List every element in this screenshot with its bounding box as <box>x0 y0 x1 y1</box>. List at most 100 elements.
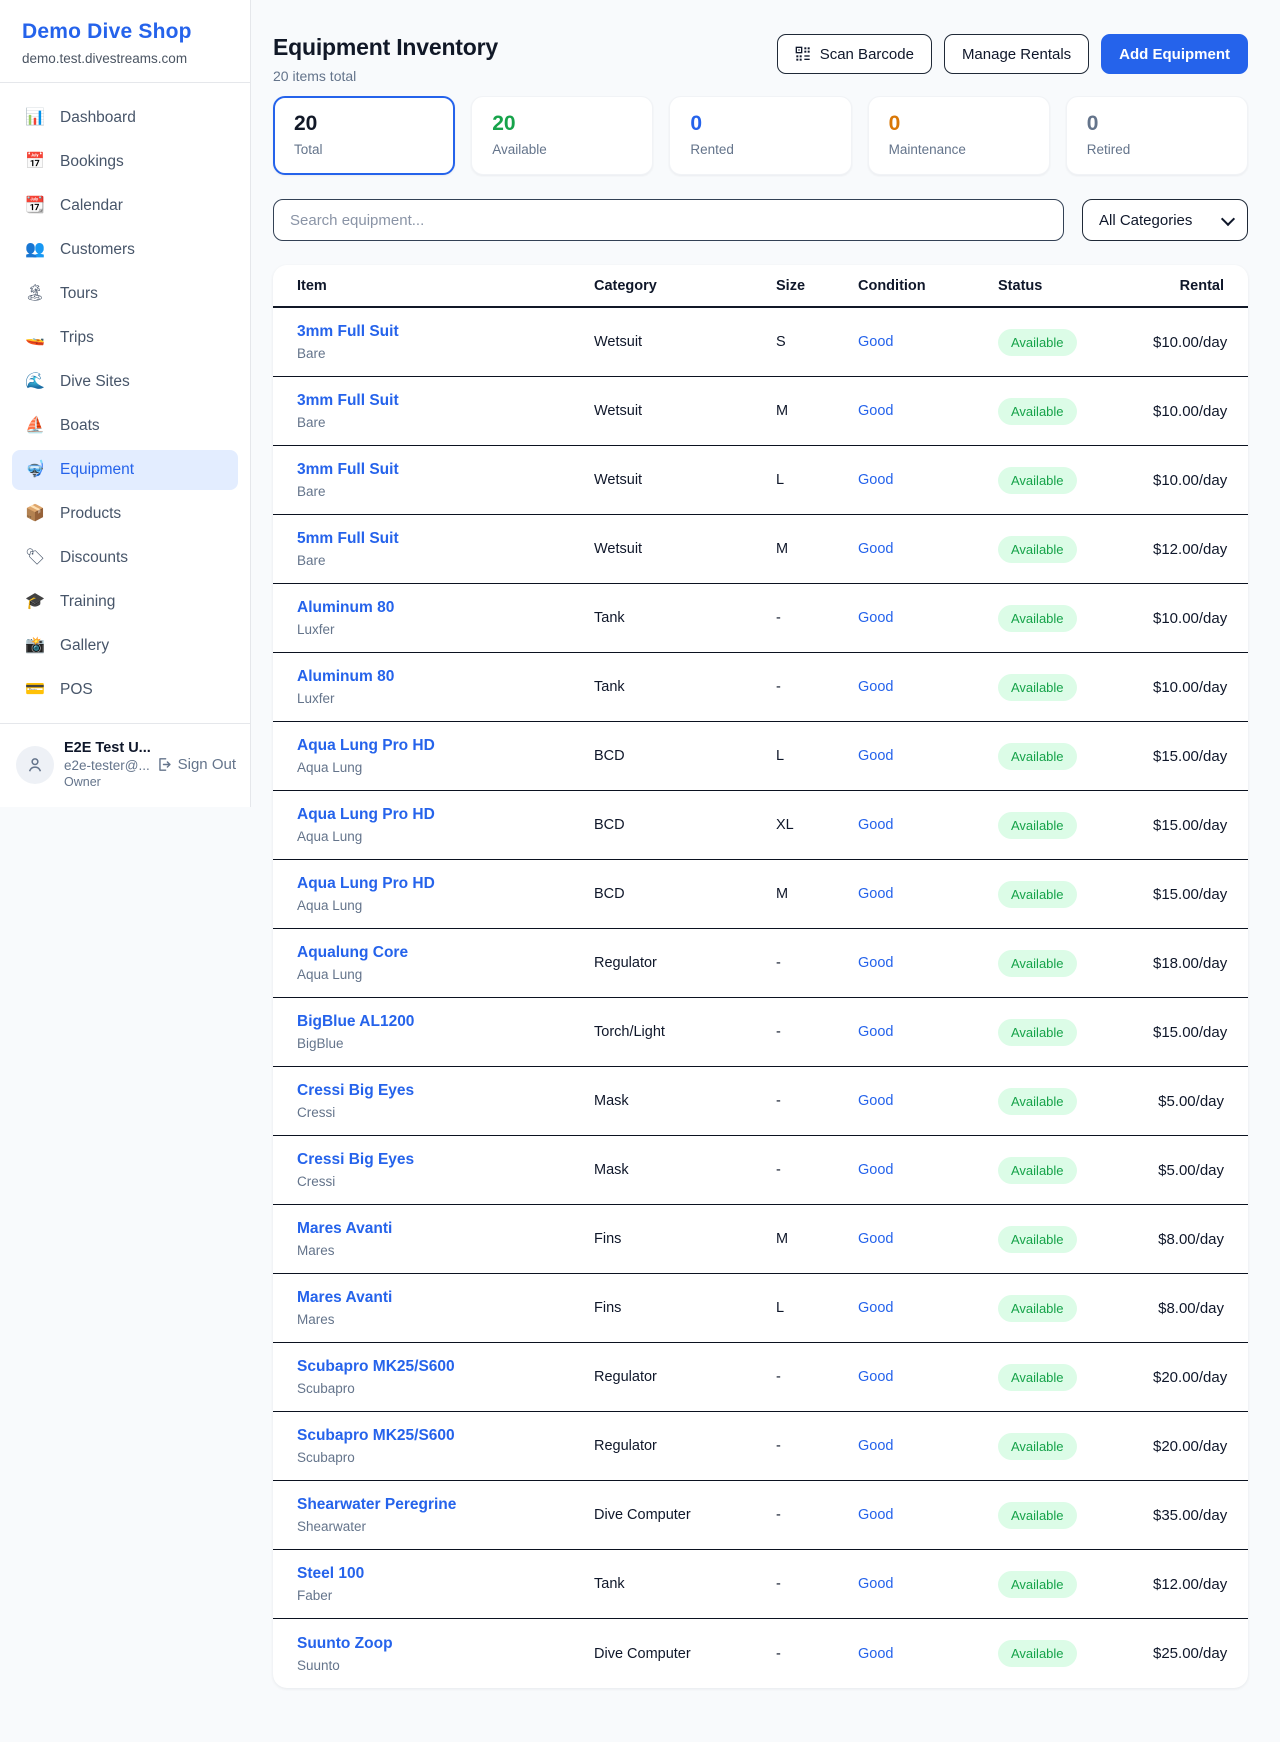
condition-link[interactable]: Good <box>858 403 998 419</box>
size-cell: - <box>776 610 858 626</box>
sidebar-item-training[interactable]: 🎓 Training <box>12 582 238 622</box>
condition-link[interactable]: Good <box>858 1507 998 1523</box>
stat-card-maintenance[interactable]: 0 Maintenance <box>868 96 1050 175</box>
rental-cell: $10.00/day <box>1153 334 1227 351</box>
customers-icon: 👥 <box>24 242 46 258</box>
category-cell: Fins <box>594 1300 776 1316</box>
gallery-icon: 📸 <box>24 638 46 654</box>
condition-link[interactable]: Good <box>858 1576 998 1592</box>
item-name-link[interactable]: 5mm Full Suit <box>297 530 594 548</box>
size-cell: L <box>776 1300 858 1316</box>
sidebar-item-products[interactable]: 📦 Products <box>12 494 238 534</box>
item-brand: Bare <box>297 415 594 430</box>
condition-link[interactable]: Good <box>858 1093 998 1109</box>
condition-link[interactable]: Good <box>858 886 998 902</box>
condition-link[interactable]: Good <box>858 541 998 557</box>
item-name-link[interactable]: Scubapro MK25/S600 <box>297 1427 594 1445</box>
item-brand: Suunto <box>297 1658 594 1673</box>
stat-card-available[interactable]: 20 Available <box>471 96 653 175</box>
sign-out-button[interactable]: Sign Out <box>155 756 236 773</box>
stat-card-total[interactable]: 20 Total <box>273 96 455 175</box>
sidebar-item-label: Training <box>60 593 115 611</box>
condition-link[interactable]: Good <box>858 334 998 350</box>
category-cell: Tank <box>594 610 776 626</box>
products-icon: 📦 <box>24 506 46 522</box>
item-cell: Aqualung Core Aqua Lung <box>297 944 594 982</box>
size-cell: - <box>776 679 858 695</box>
item-cell: 3mm Full Suit Bare <box>297 461 594 499</box>
stat-card-rented[interactable]: 0 Rented <box>669 96 851 175</box>
item-name-link[interactable]: Aqua Lung Pro HD <box>297 875 594 893</box>
status-badge: Available <box>998 536 1077 563</box>
condition-link[interactable]: Good <box>858 817 998 833</box>
manage-rentals-button[interactable]: Manage Rentals <box>944 34 1089 74</box>
sidebar: Demo Dive Shop demo.test.divestreams.com… <box>0 0 251 807</box>
status-cell: Available <box>998 743 1153 770</box>
condition-link[interactable]: Good <box>858 1231 998 1247</box>
condition-link[interactable]: Good <box>858 679 998 695</box>
condition-link[interactable]: Good <box>858 1646 998 1662</box>
sidebar-item-calendar[interactable]: 📆 Calendar <box>12 186 238 226</box>
item-name-link[interactable]: Aluminum 80 <box>297 599 594 617</box>
sidebar-item-bookings[interactable]: 📅 Bookings <box>12 142 238 182</box>
item-name-link[interactable]: 3mm Full Suit <box>297 323 594 341</box>
item-name-link[interactable]: Aqua Lung Pro HD <box>297 806 594 824</box>
condition-link[interactable]: Good <box>858 610 998 626</box>
item-name-link[interactable]: Cressi Big Eyes <box>297 1082 594 1100</box>
sidebar-item-dive-sites[interactable]: 🌊 Dive Sites <box>12 362 238 402</box>
scan-barcode-button[interactable]: Scan Barcode <box>777 34 932 74</box>
sidebar-item-dashboard[interactable]: 📊 Dashboard <box>12 98 238 138</box>
stat-card-retired[interactable]: 0 Retired <box>1066 96 1248 175</box>
item-name-link[interactable]: 3mm Full Suit <box>297 461 594 479</box>
category-cell: Tank <box>594 679 776 695</box>
status-cell: Available <box>998 950 1153 977</box>
add-equipment-button[interactable]: Add Equipment <box>1101 34 1248 74</box>
item-name-link[interactable]: Scubapro MK25/S600 <box>297 1358 594 1376</box>
item-cell: Scubapro MK25/S600 Scubapro <box>297 1358 594 1396</box>
column-header-rental: Rental <box>1153 278 1224 294</box>
sidebar-item-discounts[interactable]: 🏷 Discounts <box>12 538 238 578</box>
sidebar-item-equipment[interactable]: 🤿 Equipment <box>12 450 238 490</box>
item-brand: Aqua Lung <box>297 760 594 775</box>
status-cell: Available <box>998 329 1153 356</box>
sign-out-icon <box>155 756 172 773</box>
status-cell: Available <box>998 881 1153 908</box>
search-input[interactable] <box>273 199 1064 241</box>
status-badge: Available <box>998 1571 1077 1598</box>
condition-link[interactable]: Good <box>858 472 998 488</box>
table-row: BigBlue AL1200 BigBlue Torch/Light - Goo… <box>273 998 1248 1067</box>
status-cell: Available <box>998 1157 1153 1184</box>
sidebar-item-trips[interactable]: 🚤 Trips <box>12 318 238 358</box>
item-brand: Aqua Lung <box>297 967 594 982</box>
table-row: Mares Avanti Mares Fins L Good Available… <box>273 1274 1248 1343</box>
sidebar-item-customers[interactable]: 👥 Customers <box>12 230 238 270</box>
item-cell: Aqua Lung Pro HD Aqua Lung <box>297 806 594 844</box>
table-header-row: Item Category Size Condition Status Rent… <box>273 265 1248 308</box>
sidebar-item-pos[interactable]: 💳 POS <box>12 670 238 710</box>
sidebar-item-tours[interactable]: 🏝 Tours <box>12 274 238 314</box>
condition-link[interactable]: Good <box>858 1369 998 1385</box>
item-name-link[interactable]: Mares Avanti <box>297 1220 594 1238</box>
item-name-link[interactable]: Steel 100 <box>297 1565 594 1583</box>
item-name-link[interactable]: Aluminum 80 <box>297 668 594 686</box>
category-select[interactable]: All Categories <box>1082 199 1248 241</box>
item-name-link[interactable]: Suunto Zoop <box>297 1635 594 1653</box>
sidebar-item-gallery[interactable]: 📸 Gallery <box>12 626 238 666</box>
item-name-link[interactable]: Shearwater Peregrine <box>297 1496 594 1514</box>
sidebar-item-boats[interactable]: ⛵ Boats <box>12 406 238 446</box>
item-name-link[interactable]: Aqualung Core <box>297 944 594 962</box>
item-name-link[interactable]: Aqua Lung Pro HD <box>297 737 594 755</box>
item-name-link[interactable]: Cressi Big Eyes <box>297 1151 594 1169</box>
condition-link[interactable]: Good <box>858 748 998 764</box>
rental-cell: $18.00/day <box>1153 955 1227 972</box>
condition-link[interactable]: Good <box>858 1438 998 1454</box>
condition-link[interactable]: Good <box>858 1162 998 1178</box>
item-name-link[interactable]: Mares Avanti <box>297 1289 594 1307</box>
status-cell: Available <box>998 605 1153 632</box>
item-name-link[interactable]: BigBlue AL1200 <box>297 1013 594 1031</box>
item-name-link[interactable]: 3mm Full Suit <box>297 392 594 410</box>
condition-link[interactable]: Good <box>858 955 998 971</box>
status-cell: Available <box>998 1502 1153 1529</box>
condition-link[interactable]: Good <box>858 1024 998 1040</box>
condition-link[interactable]: Good <box>858 1300 998 1316</box>
